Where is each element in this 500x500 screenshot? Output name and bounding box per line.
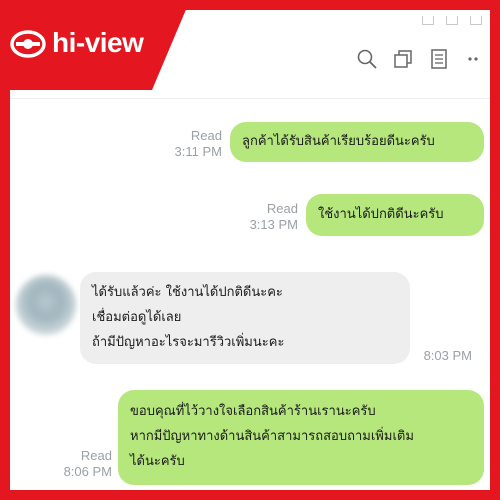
outgoing-message-bubble[interactable]: ใช้งานได้ปกติดีนะครับ	[306, 194, 484, 236]
message-text: หากมีปัญหาทางด้านสินค้าสามารถสอบถามเพิ่ม…	[130, 429, 414, 444]
message-text: ถ้ามีปัญหาอะไรจะมารีวิวเพิ่มนะคะ	[92, 335, 285, 350]
eye-logo-icon	[10, 30, 46, 58]
toolbar-divider	[10, 98, 490, 99]
brand-name: hi-view	[52, 27, 144, 58]
window-controls	[410, 10, 482, 25]
message-time: 8:03 PM	[423, 348, 472, 363]
message-time: 3:13 PM	[249, 217, 298, 232]
message-text: ใช้งานได้ปกติดีนะครับ	[318, 207, 444, 222]
message-meta: Read 8:06 PM	[40, 448, 112, 480]
notes-icon[interactable]	[428, 48, 450, 70]
message-meta: Read 3:13 PM	[226, 201, 298, 233]
read-status: Read	[80, 448, 112, 463]
minimize-icon[interactable]	[422, 16, 434, 25]
message-text: ลูกค้าได้รับสินค้าเรียบร้อยดีนะครับ	[242, 134, 435, 149]
read-status: Read	[266, 201, 298, 216]
read-status: Read	[190, 128, 222, 143]
avatar[interactable]	[16, 275, 76, 335]
incoming-message-bubble[interactable]: ได้รับแล้วค่ะ ใช้งานได้ปกติดีนะคะ เชื่อม…	[80, 272, 410, 364]
message-text: ขอบคุณที่ไว้วางใจเลือกสินค้าร้านเรานะครั…	[130, 404, 376, 419]
message-time: 8:06 PM	[63, 464, 112, 479]
copy-icon[interactable]	[392, 48, 414, 70]
message-text: เชื่อมต่อดูได้เลย	[92, 310, 182, 325]
outgoing-message-bubble[interactable]: ขอบคุณที่ไว้วางใจเลือกสินค้าร้านเรานะครั…	[118, 390, 484, 485]
message-text: ได้นะครับ	[130, 454, 185, 469]
outgoing-message-bubble[interactable]: ลูกค้าได้รับสินค้าเรียบร้อยดีนะครับ	[230, 122, 484, 162]
maximize-icon[interactable]	[446, 16, 458, 25]
message-meta: Read 3:11 PM	[150, 128, 222, 160]
message-time: 3:11 PM	[174, 144, 222, 159]
search-icon[interactable]	[356, 48, 378, 70]
message-meta: 8:03 PM	[408, 348, 472, 364]
more-icon[interactable]	[464, 48, 486, 70]
close-icon[interactable]	[470, 16, 482, 25]
message-text: ได้รับแล้วค่ะ ใช้งานได้ปกติดีนะคะ	[92, 285, 283, 300]
